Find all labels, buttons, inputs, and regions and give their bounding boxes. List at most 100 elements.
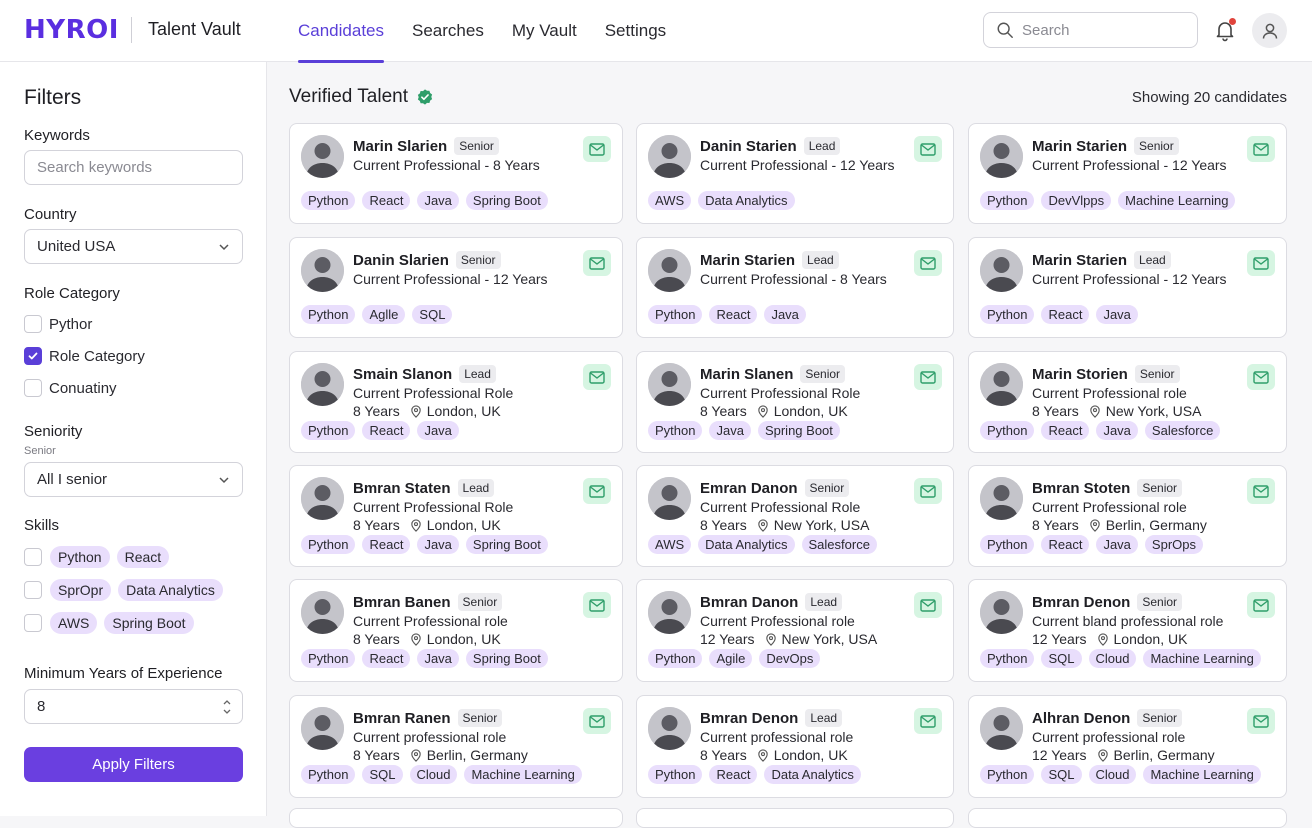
skill-tag[interactable]: Python [301, 765, 356, 784]
candidate-name[interactable]: Alhran Denon [1032, 710, 1130, 727]
skill-tag[interactable]: Python [980, 765, 1035, 784]
contact-button[interactable] [914, 364, 942, 390]
global-search[interactable] [983, 12, 1198, 48]
skill-tag[interactable]: React [362, 421, 411, 440]
skill-tag[interactable]: Salesforce [801, 535, 877, 554]
skill-tag[interactable]: Python [648, 649, 703, 668]
contact-button[interactable] [583, 250, 611, 276]
contact-button[interactable] [583, 592, 611, 618]
contact-button[interactable] [914, 478, 942, 504]
skill-tag[interactable]: React [362, 649, 411, 668]
candidate-card[interactable]: Bmran Staten Lead Current Professional Rol… [289, 465, 623, 567]
candidate-name[interactable]: Emran Danon [700, 480, 798, 497]
skill-tag[interactable]: React [709, 765, 758, 784]
candidate-name[interactable]: Bmran Danon [700, 594, 798, 611]
skill-tag[interactable]: AWS [648, 191, 692, 210]
skill-tag[interactable]: Spring Boot [465, 649, 548, 668]
notifications-button[interactable] [1213, 18, 1237, 42]
skill-row[interactable]: SprOpr Data Analytics [24, 579, 230, 601]
skill-tag[interactable]: Python [301, 649, 356, 668]
candidate-card[interactable]: Bmran Danon Lead Current Professional role… [636, 579, 954, 682]
skill-tag[interactable]: SQL [1041, 765, 1082, 784]
checkbox[interactable] [24, 614, 42, 632]
skill-tag[interactable]: Spring Boot [465, 535, 548, 554]
tab-my-vault[interactable]: My Vault [512, 0, 577, 62]
contact-button[interactable] [914, 250, 942, 276]
candidate-card[interactable]: Bmran Denon Senior Current bland professio… [968, 579, 1287, 682]
candidate-name[interactable]: Bmran Denon [1032, 594, 1130, 611]
skill-tag[interactable]: Machine Learning [1143, 649, 1261, 668]
skill-tag[interactable]: Spring Boot [757, 421, 840, 440]
candidate-card[interactable]: Smain Slanon Lead Current Professional Rol… [289, 351, 623, 453]
checkbox[interactable] [24, 581, 42, 599]
contact-button[interactable] [1247, 478, 1275, 504]
contact-button[interactable] [914, 592, 942, 618]
skill-tag[interactable]: Python [980, 305, 1035, 324]
skill-tag[interactable]: Python [648, 305, 703, 324]
skill-tag[interactable]: React [1041, 421, 1090, 440]
skill-tag[interactable]: Java [1096, 535, 1138, 554]
contact-button[interactable] [1247, 136, 1275, 162]
candidate-card[interactable]: Bmran Denon Lead Current professional role… [636, 695, 954, 798]
skill-tag[interactable]: Java [417, 649, 459, 668]
skill-tag[interactable]: Data Analytics [698, 535, 795, 554]
skill-tag[interactable]: DevOps [759, 649, 821, 668]
skill-tag[interactable]: Python [648, 765, 703, 784]
contact-button[interactable] [914, 708, 942, 734]
candidate-card[interactable]: Marin Slarien Senior Current Professional … [289, 123, 623, 224]
contact-button[interactable] [583, 478, 611, 504]
skill-tag[interactable]: Python [301, 535, 356, 554]
skill-tag[interactable]: Java [417, 535, 459, 554]
skill-tag[interactable]: React [709, 305, 758, 324]
contact-button[interactable] [1247, 364, 1275, 390]
contact-button[interactable] [914, 136, 942, 162]
country-select[interactable]: United USA [24, 229, 243, 264]
contact-button[interactable] [583, 136, 611, 162]
contact-button[interactable] [583, 708, 611, 734]
candidate-name[interactable]: Marin Storien [1032, 366, 1128, 383]
skill-tag[interactable]: SQL [362, 765, 403, 784]
candidate-card[interactable]: Marin Starien Senior Current Professional … [968, 123, 1287, 224]
candidate-name[interactable]: Danin Slarien [353, 252, 449, 269]
candidate-name[interactable]: Bmran Stoten [1032, 480, 1130, 497]
skill-tag[interactable]: Aglle [362, 305, 406, 324]
candidate-name[interactable]: Smain Slanon [353, 366, 452, 383]
skill-tag[interactable]: React [1041, 535, 1090, 554]
contact-button[interactable] [1247, 708, 1275, 734]
skill-tag[interactable]: Spring Boot [465, 191, 548, 210]
candidate-name[interactable]: Bmran Ranen [353, 710, 451, 727]
tab-candidates[interactable]: Candidates [298, 0, 385, 63]
tab-settings[interactable]: Settings [605, 0, 666, 62]
candidate-card[interactable]: Bmran Stoten Senior Current Professional r… [968, 465, 1287, 567]
candidate-card[interactable]: Danin Starien Lead Current Professional - … [636, 123, 954, 224]
candidate-card[interactable]: Emran Danon Senior Current Professional Ro… [636, 465, 954, 567]
skill-row[interactable]: AWS Spring Boot [24, 612, 201, 634]
user-menu-button[interactable] [1252, 13, 1287, 48]
search-input[interactable] [1022, 21, 1182, 39]
skill-tag[interactable]: SprOps [1144, 535, 1203, 554]
skill-tag[interactable]: Salesforce [1144, 421, 1221, 440]
skill-row[interactable]: Python React [24, 546, 176, 568]
skill-tag[interactable]: Java [764, 305, 806, 324]
candidate-name[interactable]: Bmran Staten [353, 480, 451, 497]
skill-tag[interactable]: DevVlpps [1041, 191, 1112, 210]
skill-tag[interactable]: Python [980, 535, 1035, 554]
candidate-name[interactable]: Marin Slanen [700, 366, 793, 383]
candidate-card-partial[interactable] [968, 808, 1287, 828]
role-option-role-category[interactable]: Role Category [24, 347, 145, 365]
skill-tag[interactable]: Cloud [1088, 765, 1137, 784]
skill-tag[interactable]: AWS [648, 535, 692, 554]
candidate-name[interactable]: Marin Slarien [353, 138, 447, 155]
skill-tag[interactable]: Cloud [1088, 649, 1137, 668]
skill-tag[interactable]: Machine Learning [1118, 191, 1236, 210]
skill-tag[interactable]: React [362, 191, 411, 210]
keywords-input[interactable] [24, 150, 243, 185]
skill-tag[interactable]: Cloud [409, 765, 458, 784]
skill-tag[interactable]: Java [417, 421, 459, 440]
role-option-conuatiny[interactable]: Conuatiny [24, 379, 117, 397]
brand-logo[interactable]: HYROI [24, 15, 119, 45]
contact-button[interactable] [1247, 250, 1275, 276]
skill-tag[interactable]: React [1041, 305, 1090, 324]
seniority-select[interactable]: All I senior [24, 462, 243, 497]
role-option-pythor[interactable]: Pythor [24, 315, 92, 333]
